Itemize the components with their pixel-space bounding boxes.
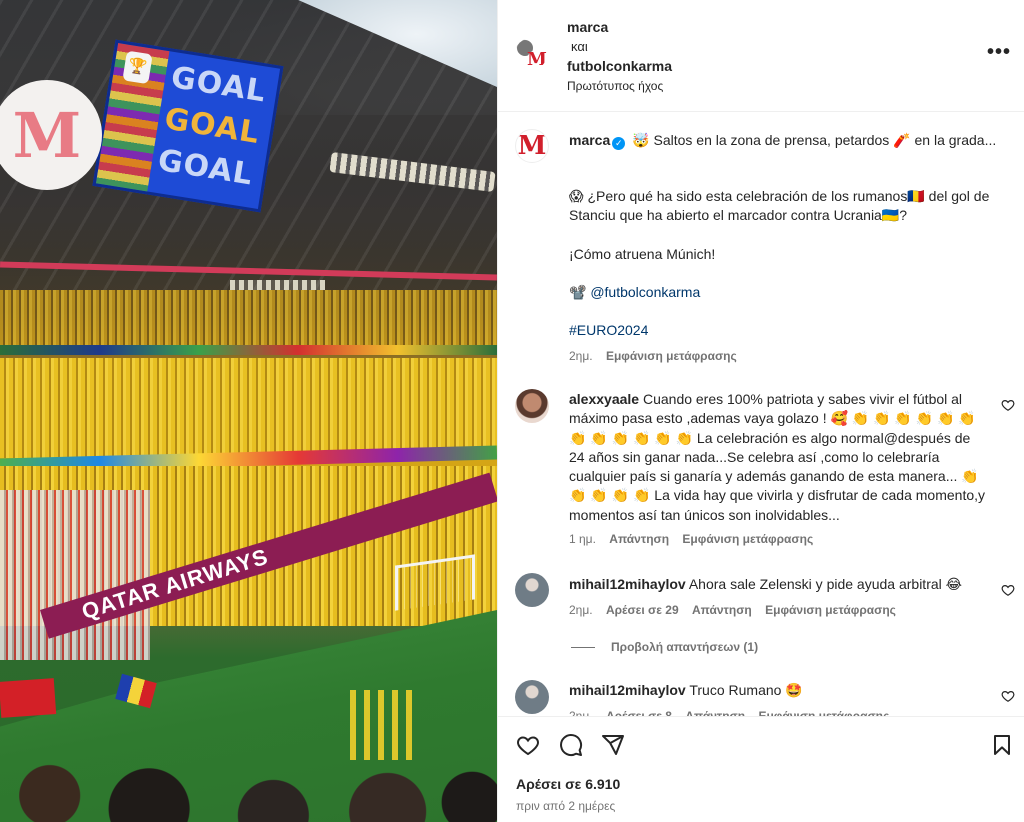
- crowd-middle: [0, 358, 497, 458]
- comment-translate[interactable]: Εμφάνιση μετάφρασης: [765, 603, 896, 617]
- view-replies-button[interactable]: Προβολή απαντήσεων (1): [571, 640, 758, 654]
- screen-goal-text: GOAL: [168, 60, 269, 110]
- comments-scroll[interactable]: M marca ✓ 🤯 Saltos en la zona de prensa, …: [498, 113, 1024, 717]
- marca-avatar-letter: M: [517, 131, 547, 161]
- marca-watermark-letter: M: [12, 98, 82, 172]
- post-media[interactable]: QATAR AIRWAYS 🏆 GOAL GOAL GOAL M: [0, 0, 497, 822]
- roof-lights-left: [230, 280, 325, 290]
- comment-meta: 1 ημ. Απάντηση Εμφάνιση μετάφρασης: [569, 532, 823, 546]
- header-and: και: [571, 39, 588, 54]
- marca-avatar-letter: M: [527, 49, 547, 70]
- hashtag-link[interactable]: #EURO2024: [569, 321, 999, 340]
- likes-count[interactable]: Αρέσει σε 6.910: [516, 776, 620, 792]
- caption-line2: 😱 ¿Pero qué ha sido esta celebración de …: [569, 188, 990, 223]
- flag: [0, 678, 57, 718]
- comment-time[interactable]: 1 ημ.: [569, 532, 596, 546]
- share-icon[interactable]: [601, 733, 625, 757]
- credit-link[interactable]: @futbolconkarma: [590, 284, 700, 300]
- crowd-lower-left: [0, 490, 150, 660]
- comment-username[interactable]: mihail12mihaylov: [569, 682, 686, 698]
- comment-body: Truco Rumano 🤩: [689, 682, 803, 698]
- caption-username[interactable]: marca: [569, 132, 610, 148]
- verified-badge-icon: ✓: [612, 137, 626, 150]
- euro-logo-icon: 🏆: [122, 50, 153, 85]
- stand-banner-upper: [0, 345, 497, 355]
- stadium-screen: 🏆 GOAL GOAL GOAL: [92, 39, 284, 213]
- more-options-icon[interactable]: •••: [987, 42, 1011, 66]
- comment-avatar[interactable]: [515, 680, 549, 714]
- collab-avatar[interactable]: M: [515, 38, 547, 70]
- comment-avatar[interactable]: [515, 389, 549, 423]
- comment-reply[interactable]: Απάντηση: [692, 603, 752, 617]
- caption-credit: 📽️ @futbolconkarma: [569, 283, 999, 302]
- caption-time[interactable]: 2ημ.: [569, 349, 593, 363]
- comment-avatar[interactable]: [515, 573, 549, 607]
- comment-reply[interactable]: Απάντηση: [609, 532, 669, 546]
- header-username-marca[interactable]: marca: [567, 19, 608, 35]
- heart-icon[interactable]: [516, 733, 540, 757]
- comment-text: mihail12mihaylov Ahora sale Zelenski y p…: [569, 575, 989, 594]
- original-audio-link[interactable]: Πρωτότυπος ήχος: [567, 79, 663, 93]
- caption-line1: 🤯 Saltos en la zona de prensa, petardos …: [632, 132, 997, 148]
- video-camera-icon: 📽️: [569, 284, 587, 300]
- comment-text: alexxyaale Cuando eres 100% patriota y s…: [569, 390, 989, 525]
- comment-likes[interactable]: Αρέσει σε 29: [606, 603, 679, 617]
- caption-meta: 2ημ. Εμφάνιση μετάφρασης: [569, 349, 747, 363]
- post-panel: M marca και futbolconkarma Πρωτότυπος ήχ…: [497, 0, 1024, 822]
- post-footer: Αρέσει σε 6.910 πριν από 2 ημέρες: [498, 716, 1024, 822]
- fans-foreground: [0, 690, 497, 822]
- caption-line3: ¡Cómo atruena Múnich!: [569, 246, 716, 262]
- comment-like-icon[interactable]: [1001, 689, 1015, 703]
- view-replies-label: Προβολή απαντήσεων (1): [611, 640, 759, 654]
- comment-text: mihail12mihaylov Truco Rumano 🤩: [569, 681, 989, 700]
- comment-body: Cuando eres 100% patriota y sabes vivir …: [569, 391, 986, 523]
- bookmark-icon[interactable]: [990, 733, 1014, 757]
- replies-dash: [571, 647, 595, 649]
- comment-like-icon[interactable]: [1001, 583, 1015, 597]
- caption-translate[interactable]: Εμφάνιση μετάφρασης: [606, 349, 737, 363]
- caption-avatar[interactable]: M: [515, 129, 549, 163]
- post-time[interactable]: πριν από 2 ημέρες: [516, 799, 615, 813]
- comment-username[interactable]: mihail12mihaylov: [569, 576, 686, 592]
- comment-username[interactable]: alexxyaale: [569, 391, 639, 407]
- comment-meta: 2ημ. Αρέσει σε 29 Απάντηση Εμφάνιση μετά…: [569, 603, 906, 617]
- caption: marca ✓ 🤯 Saltos en la zona de prensa, pe…: [569, 131, 999, 150]
- comment-time[interactable]: 2ημ.: [569, 603, 593, 617]
- post-header: M marca και futbolconkarma Πρωτότυπος ήχ…: [498, 0, 1024, 112]
- screen-goal-text: GOAL: [162, 101, 263, 152]
- comment-like-icon[interactable]: [1001, 398, 1015, 412]
- screen-goal-text: GOAL: [155, 142, 256, 193]
- comment-translate[interactable]: Εμφάνιση μετάφρασης: [682, 532, 813, 546]
- header-username-futbolconkarma[interactable]: futbolconkarma: [567, 58, 672, 74]
- comment-body: Ahora sale Zelenski y pide ayuda arbitra…: [688, 576, 963, 592]
- comment-icon[interactable]: [559, 733, 583, 757]
